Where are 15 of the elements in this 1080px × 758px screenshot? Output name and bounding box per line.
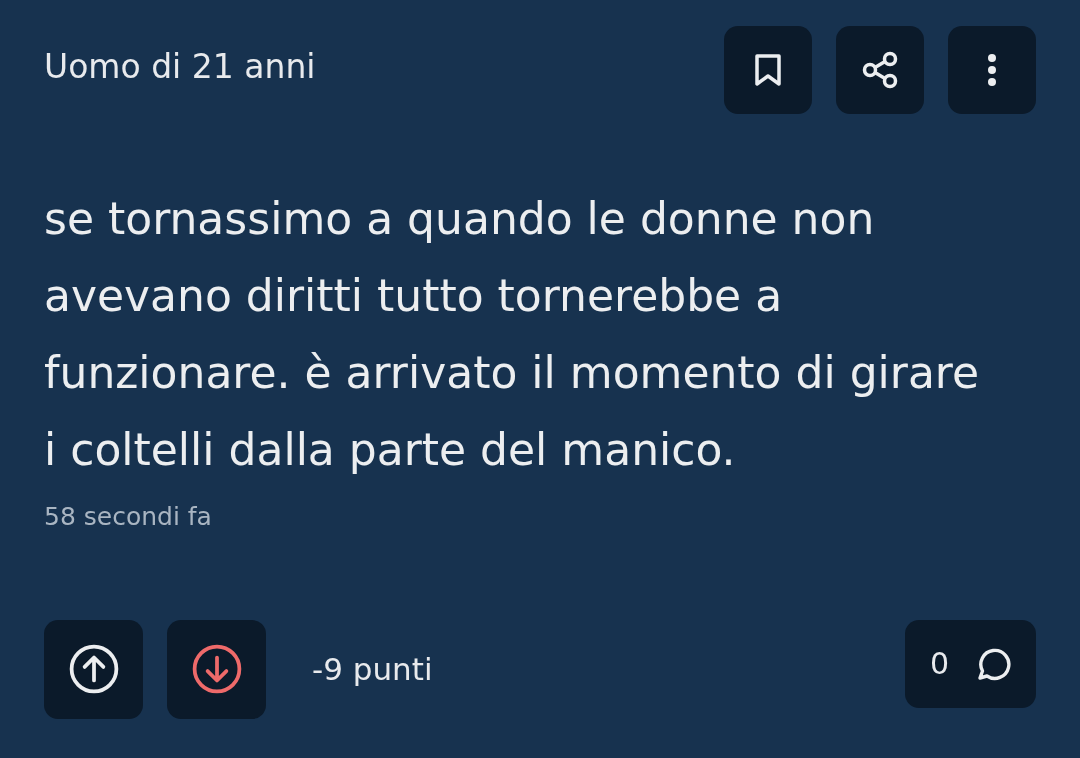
downvote-button[interactable] [167, 619, 266, 719]
author-label: Uomo di 21 anni [44, 46, 316, 88]
post-text: se tornassimo a quando le donne non avevano diritti tutto tornerebbe a funzionare. è arrivato il momento di girare i coltelli dalla parte del manico. [44, 192, 981, 477]
comments-button[interactable]: 0 [905, 619, 1036, 708]
points-label: -9 punti [312, 649, 433, 689]
more-button[interactable] [948, 26, 1036, 114]
upvote-button[interactable] [44, 619, 143, 719]
arrow-up-circle-icon [68, 644, 119, 694]
share-button[interactable] [836, 26, 924, 114]
bookmark-button[interactable] [724, 26, 812, 114]
bookmark-icon [753, 53, 783, 87]
arrow-down-circle-icon [191, 644, 242, 694]
timestamp: 58 secondi fa [44, 501, 212, 533]
share-icon [861, 51, 899, 89]
more-icon [987, 53, 997, 87]
